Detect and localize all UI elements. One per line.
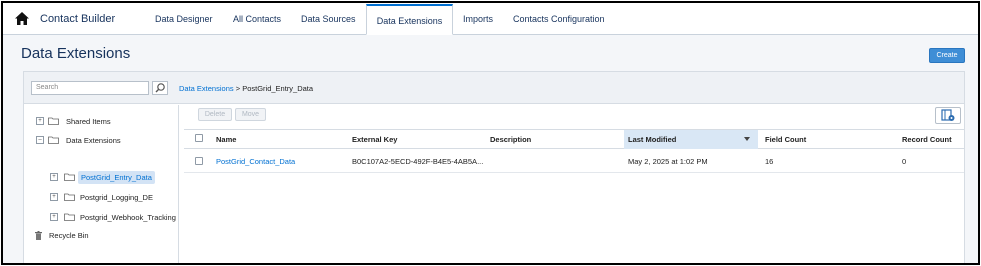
top-nav: Contact Builder Data Designer All Contac… bbox=[3, 3, 978, 35]
folder-icon bbox=[48, 136, 59, 144]
tree-item-shared-items[interactable]: + Shared Items bbox=[24, 115, 174, 128]
expand-icon[interactable]: + bbox=[50, 193, 58, 201]
tree-item-label: Postgrid_Webhook_Tracking bbox=[80, 213, 176, 222]
breadcrumb-current: PostGrid_Entry_Data bbox=[242, 84, 314, 93]
column-header-field-count[interactable]: Field Count bbox=[765, 135, 806, 144]
tree-item-recycle-bin[interactable]: Recycle Bin bbox=[24, 229, 174, 242]
panel-header: Search Data Extensions > PostGrid_Entry_… bbox=[24, 72, 964, 104]
folder-icon bbox=[64, 173, 75, 181]
column-header-last-modified[interactable]: Last Modified bbox=[628, 135, 676, 144]
tree-item-postgrid-entry-data[interactable]: + PostGrid_Entry_Data bbox=[24, 171, 174, 184]
tree-item-postgrid-webhook-tracking[interactable]: + Postgrid_Webhook_Tracking bbox=[24, 211, 178, 224]
breadcrumb-root-link[interactable]: Data Extensions bbox=[179, 84, 234, 93]
column-header-record-count[interactable]: Record Count bbox=[902, 135, 952, 144]
folder-tree: + Shared Items – Data Extensions + PostG… bbox=[24, 105, 179, 263]
tab-imports[interactable]: Imports bbox=[463, 14, 493, 24]
column-settings-button[interactable] bbox=[935, 107, 961, 124]
column-header-external-key[interactable]: External Key bbox=[352, 135, 397, 144]
home-icon[interactable] bbox=[14, 11, 30, 26]
app-title[interactable]: Contact Builder bbox=[40, 13, 115, 25]
expand-icon[interactable]: + bbox=[50, 173, 58, 181]
search-icon bbox=[155, 83, 165, 93]
search-button[interactable] bbox=[152, 81, 168, 95]
folder-icon bbox=[64, 213, 75, 221]
move-button[interactable]: Move bbox=[235, 108, 266, 121]
search-input[interactable]: Search bbox=[31, 81, 149, 95]
trash-icon bbox=[35, 231, 42, 240]
tab-contacts-configuration[interactable]: Contacts Configuration bbox=[513, 14, 605, 24]
tree-item-label: Postgrid_Logging_DE bbox=[80, 193, 153, 202]
row-field-count: 16 bbox=[765, 157, 774, 166]
column-header-description[interactable]: Description bbox=[490, 135, 531, 144]
folder-icon bbox=[64, 193, 75, 201]
data-extensions-panel: Search Data Extensions > PostGrid_Entry_… bbox=[23, 71, 965, 263]
sort-descending-icon[interactable] bbox=[744, 137, 750, 141]
select-all-checkbox[interactable] bbox=[195, 134, 203, 142]
collapse-icon[interactable]: – bbox=[36, 136, 44, 144]
tree-item-label: Data Extensions bbox=[66, 136, 121, 145]
breadcrumb: Data Extensions > PostGrid_Entry_Data bbox=[179, 84, 313, 93]
tree-item-label: Shared Items bbox=[66, 117, 111, 126]
app-window: Contact Builder Data Designer All Contac… bbox=[1, 1, 980, 265]
data-extensions-grid: Delete Move Name External Key Descriptio… bbox=[184, 105, 964, 263]
row-last-modified: May 2, 2025 at 1:02 PM bbox=[628, 157, 708, 166]
breadcrumb-separator: > bbox=[233, 84, 243, 93]
row-external-key: B0C107A2-5ECD-492F-B4E5-4AB5A... bbox=[352, 157, 484, 166]
tab-all-contacts[interactable]: All Contacts bbox=[233, 14, 281, 24]
column-header-name[interactable]: Name bbox=[216, 135, 236, 144]
expand-icon[interactable]: + bbox=[50, 213, 58, 221]
tree-item-label: Recycle Bin bbox=[49, 231, 89, 240]
expand-icon[interactable]: + bbox=[36, 117, 44, 125]
row-checkbox[interactable] bbox=[195, 157, 203, 165]
tree-item-data-extensions[interactable]: – Data Extensions bbox=[24, 134, 174, 147]
column-settings-icon bbox=[941, 109, 955, 121]
tab-data-sources[interactable]: Data Sources bbox=[301, 14, 356, 24]
folder-icon bbox=[48, 117, 59, 125]
table-row[interactable]: PostGrid_Contact_Data B0C107A2-5ECD-492F… bbox=[184, 149, 964, 173]
row-name-link[interactable]: PostGrid_Contact_Data bbox=[216, 157, 295, 166]
page-title: Data Extensions bbox=[21, 45, 131, 62]
tree-item-postgrid-logging-de[interactable]: + Postgrid_Logging_DE bbox=[24, 191, 174, 204]
tab-data-extensions[interactable]: Data Extensions bbox=[366, 4, 453, 35]
table-header: Name External Key Description Last Modif… bbox=[184, 129, 964, 149]
create-button[interactable]: Create bbox=[929, 48, 965, 63]
row-record-count: 0 bbox=[902, 157, 907, 166]
tab-data-designer[interactable]: Data Designer bbox=[155, 14, 213, 24]
delete-button[interactable]: Delete bbox=[198, 108, 232, 121]
tree-item-label: PostGrid_Entry_Data bbox=[78, 171, 155, 184]
